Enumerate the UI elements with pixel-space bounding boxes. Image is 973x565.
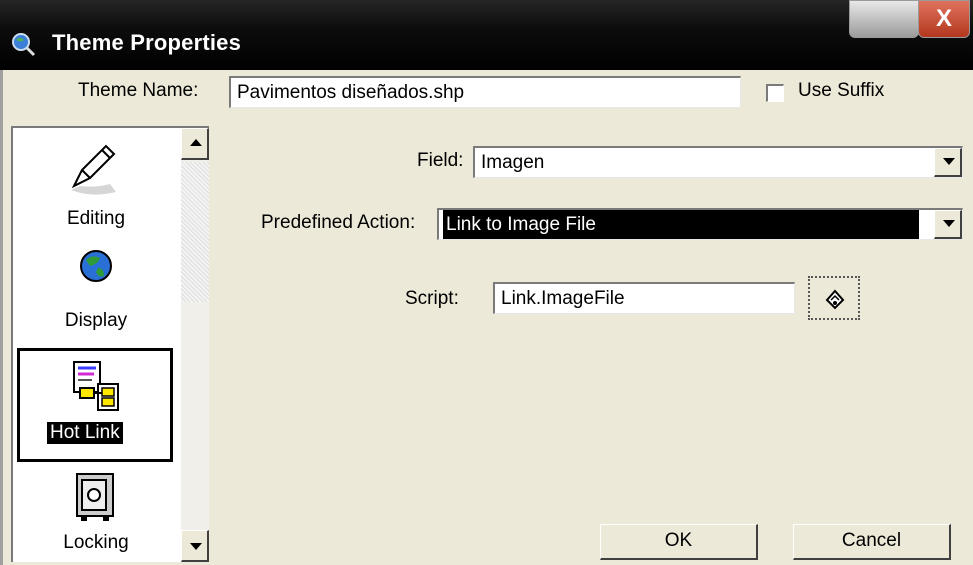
sidebar-item-label: Display: [64, 310, 128, 331]
vertical-scrollbar[interactable]: [181, 128, 209, 562]
dialog-body: Theme Name: Pavimentos diseñados.shp Use…: [0, 70, 973, 565]
globe-icon: [80, 250, 112, 282]
sidebar-item-display[interactable]: Display: [13, 238, 179, 348]
pencil-icon: [71, 144, 116, 195]
sidebar-item-label: Editing: [66, 208, 126, 229]
scroll-up-button[interactable]: [181, 128, 209, 160]
field-select-value: Imagen: [481, 152, 545, 173]
script-editor-icon: [825, 289, 845, 310]
close-button[interactable]: X: [918, 0, 970, 38]
scroll-track[interactable]: [181, 162, 209, 302]
safe-icon: [76, 473, 114, 521]
use-suffix-label: Use Suffix: [798, 80, 885, 101]
script-value: Link.ImageFile: [501, 288, 625, 309]
theme-properties-dialog: Theme Properties X Theme Name: Pavimento…: [0, 0, 973, 565]
field-select[interactable]: Imagen: [473, 146, 963, 178]
predefined-action-value: Link to Image File: [443, 210, 919, 239]
window-title: Theme Properties: [52, 30, 242, 55]
hotlink-icon: [73, 361, 119, 411]
theme-name-input[interactable]: Pavimentos diseñados.shp: [229, 76, 741, 108]
field-label: Field:: [417, 150, 464, 171]
cancel-button[interactable]: Cancel: [793, 524, 951, 560]
script-browse-button[interactable]: [808, 276, 860, 320]
sidebar-item-locking[interactable]: Locking: [13, 468, 179, 564]
arrow-up-icon: [190, 139, 202, 146]
predefined-action-select[interactable]: Link to Image File: [437, 208, 963, 240]
sidebar-item-hot-link[interactable]: Hot Link: [13, 352, 179, 460]
ok-button[interactable]: OK: [600, 524, 758, 560]
predefined-action-label: Predefined Action:: [261, 212, 416, 233]
field-dropdown-button[interactable]: [934, 148, 962, 177]
theme-name-value: Pavimentos diseñados.shp: [237, 82, 465, 103]
close-icon: X: [935, 5, 952, 32]
script-input[interactable]: Link.ImageFile: [493, 282, 795, 314]
title-bar[interactable]: Theme Properties X: [0, 0, 973, 70]
category-list[interactable]: Editing Display Hot Link Locking: [11, 126, 209, 562]
app-globe-icon: [12, 33, 36, 57]
action-dropdown-button[interactable]: [934, 210, 962, 239]
scroll-down-button[interactable]: [181, 530, 209, 562]
minimize-button[interactable]: [849, 0, 919, 38]
arrow-down-icon: [190, 543, 202, 550]
theme-name-label: Theme Name:: [78, 80, 199, 101]
sidebar-item-label: Hot Link: [47, 422, 123, 444]
chevron-down-icon: [943, 220, 955, 227]
chevron-down-icon: [943, 158, 955, 165]
use-suffix-checkbox[interactable]: [766, 84, 784, 102]
sidebar-item-label: Locking: [63, 532, 129, 553]
script-label: Script:: [405, 288, 459, 309]
sidebar-item-editing[interactable]: Editing: [13, 128, 179, 238]
